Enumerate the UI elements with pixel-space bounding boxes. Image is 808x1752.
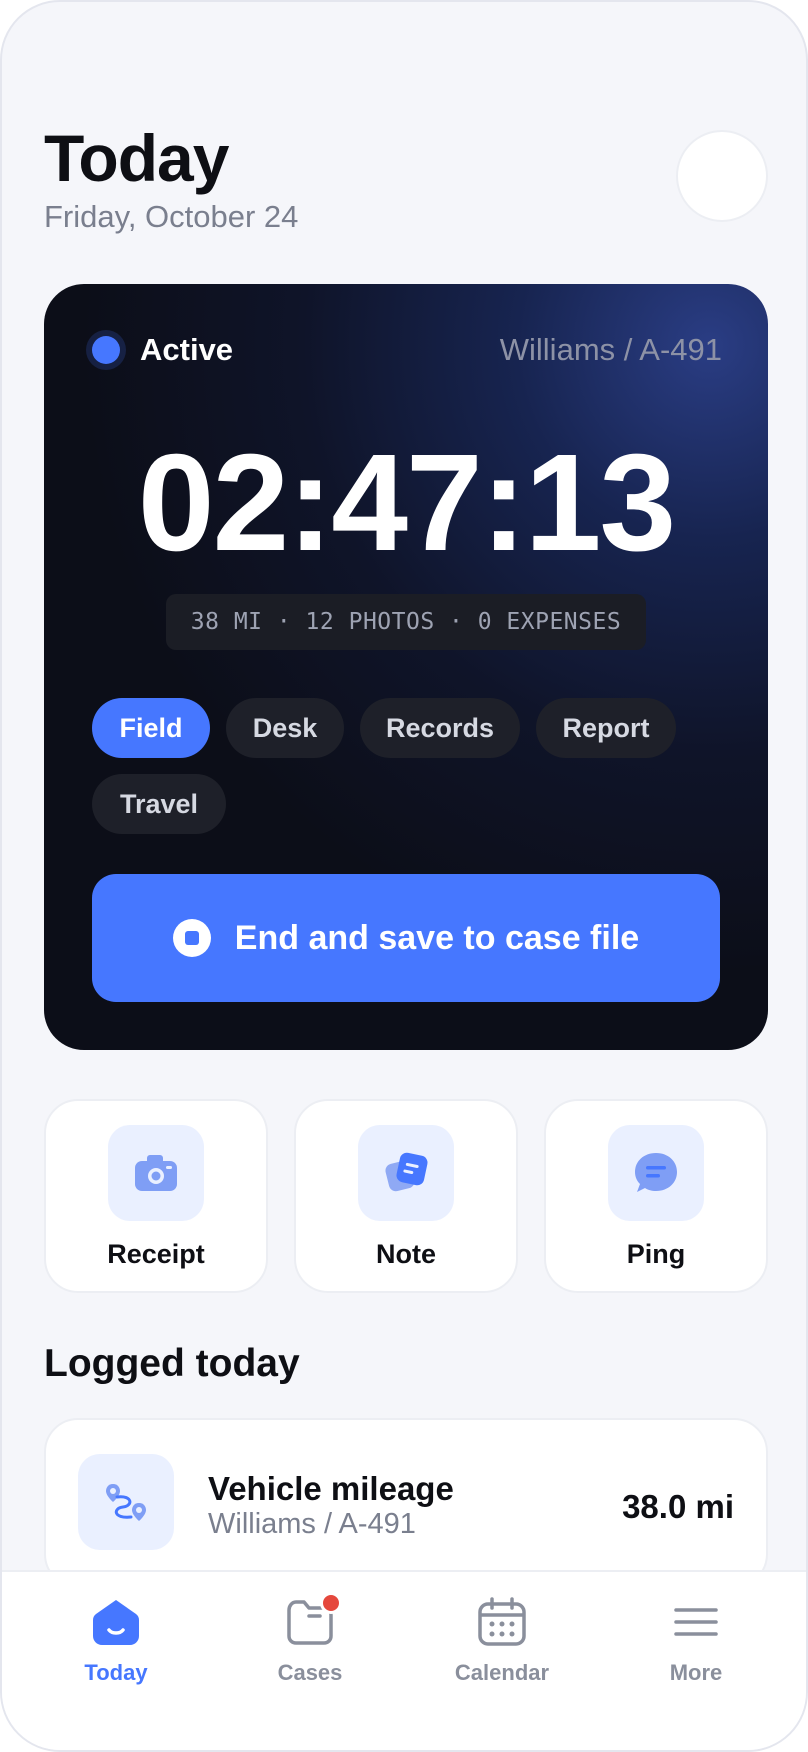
receipt-action-button[interactable]: Receipt <box>44 1099 268 1293</box>
notification-badge-icon <box>320 1592 342 1614</box>
chat-bubble-icon <box>608 1125 704 1221</box>
stop-icon <box>172 919 211 957</box>
tab-cases[interactable]: Cases <box>230 1592 390 1706</box>
note-icon <box>358 1125 454 1221</box>
tab-calendar-label: Calendar <box>454 1660 550 1685</box>
timer-card: Active Williams / A-491 02:47:13 38 MI ·… <box>44 284 768 1050</box>
chip-travel[interactable]: Travel <box>92 774 226 834</box>
list-item[interactable]: Vehicle mileage Williams / A-491 38.0 mi <box>44 1418 768 1588</box>
tab-cases-label: Cases <box>277 1660 343 1685</box>
chip-desk[interactable]: Desk <box>226 698 344 758</box>
route-icon <box>78 1454 174 1550</box>
chip-records[interactable]: Records <box>360 698 520 758</box>
tab-today[interactable]: Today <box>36 1596 196 1706</box>
ping-action-button[interactable]: Ping <box>544 1099 768 1293</box>
menu-icon <box>670 1596 722 1648</box>
tab-calendar[interactable]: Calendar <box>422 1596 582 1706</box>
status-text: Active <box>140 332 234 367</box>
home-icon <box>90 1596 142 1648</box>
page-date: Friday, October 24 <box>44 199 299 234</box>
logged-today-heading: Logged today <box>44 1342 300 1385</box>
note-action-label: Note <box>376 1239 436 1269</box>
page-title: Today <box>44 121 229 195</box>
end-button-label: End and save to case file <box>234 918 640 957</box>
tab-today-label: Today <box>84 1660 148 1685</box>
elapsed-timer: 02:47:13 <box>137 426 676 580</box>
log-item-title: Vehicle mileage <box>208 1470 454 1507</box>
tab-more[interactable]: More <box>616 1596 776 1706</box>
tab-bar: Today Cases Calendar More <box>2 1570 806 1750</box>
ping-action-label: Ping <box>626 1239 686 1269</box>
chip-report[interactable]: Report <box>536 698 676 758</box>
receipt-action-label: Receipt <box>107 1239 205 1269</box>
avatar[interactable] <box>676 130 768 222</box>
end-and-save-button[interactable]: End and save to case file <box>92 874 720 1002</box>
phone-screen: Today Friday, October 24 Active Williams… <box>0 0 808 1752</box>
calendar-icon <box>476 1596 528 1648</box>
status-dot-icon <box>92 336 120 364</box>
log-item-subtitle: Williams / A-491 <box>208 1508 416 1540</box>
case-reference[interactable]: Williams / A-491 <box>500 332 722 368</box>
chip-field[interactable]: Field <box>92 698 210 758</box>
tab-more-label: More <box>669 1660 723 1685</box>
camera-icon <box>108 1125 204 1221</box>
folder-icon <box>284 1592 342 1648</box>
log-item-value: 38.0 mi <box>622 1488 734 1525</box>
note-action-button[interactable]: Note <box>294 1099 518 1293</box>
session-stats: 38 MI · 12 PHOTOS · 0 EXPENSES <box>166 594 646 650</box>
